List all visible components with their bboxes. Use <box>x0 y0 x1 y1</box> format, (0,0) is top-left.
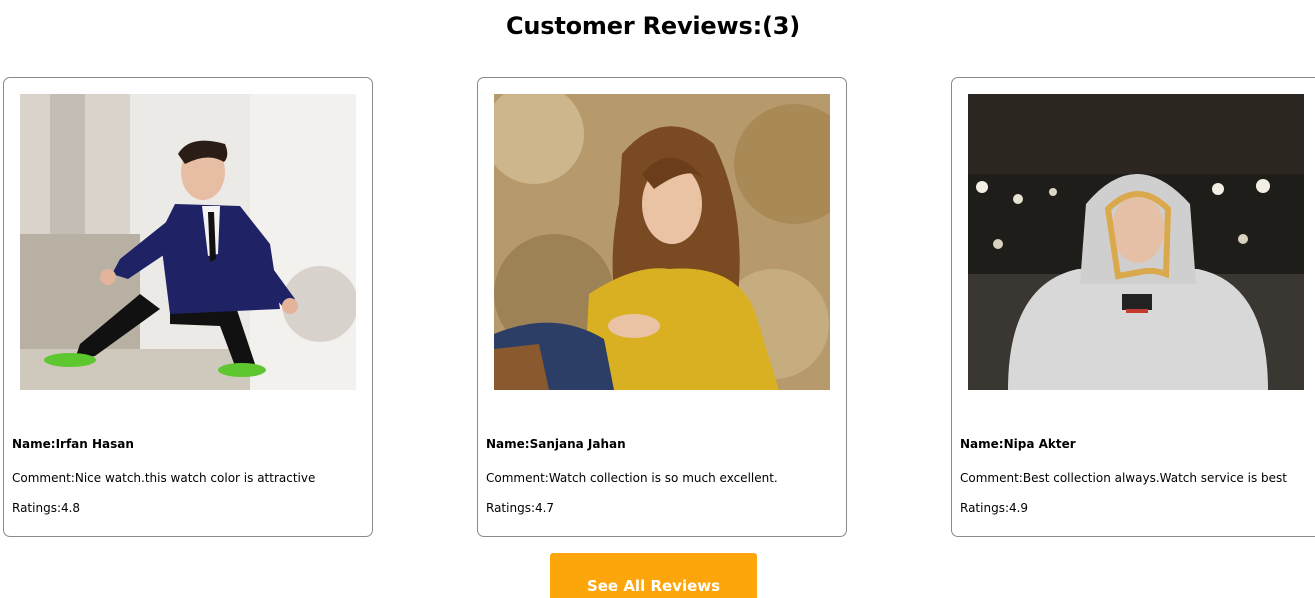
review-card: Name:Irfan Hasan Comment:Nice watch.this… <box>3 77 373 537</box>
review-info: Name:Nipa Akter Comment:Best collection … <box>960 436 1315 516</box>
reviewer-name: Name:Irfan Hasan <box>12 437 134 451</box>
review-card: Name:Nipa Akter Comment:Best collection … <box>951 77 1315 537</box>
review-rating: Ratings:4.9 <box>960 501 1029 515</box>
review-card: Name:Sanjana Jahan Comment:Watch collect… <box>477 77 847 537</box>
reviewer-photo <box>968 94 1304 390</box>
review-rating: Ratings:4.8 <box>12 501 81 515</box>
see-all-reviews-button[interactable]: See All Reviews <box>550 553 757 598</box>
man-in-navy-blazer-photo <box>20 94 356 390</box>
reviews-page: Customer Reviews:(3) Name:Irfan Hasan Co… <box>0 0 1315 598</box>
woman-in-yellow-top-photo <box>494 94 830 390</box>
section-title: Customer Reviews:(3) <box>505 12 801 40</box>
reviewer-name: Name:Sanjana Jahan <box>486 437 626 451</box>
woman-in-white-hoodie-photo <box>968 94 1304 390</box>
review-comment: Comment:Nice watch.this watch color is a… <box>12 471 316 485</box>
review-info: Name:Sanjana Jahan Comment:Watch collect… <box>486 436 838 516</box>
review-rating: Ratings:4.7 <box>486 501 555 515</box>
reviewer-photo <box>494 94 830 390</box>
review-comment: Comment:Watch collection is so much exce… <box>486 471 778 485</box>
reviewer-name: Name:Nipa Akter <box>960 437 1076 451</box>
review-comment: Comment:Best collection always.Watch ser… <box>960 471 1287 485</box>
reviewer-photo <box>20 94 356 390</box>
review-info: Name:Irfan Hasan Comment:Nice watch.this… <box>12 436 364 516</box>
